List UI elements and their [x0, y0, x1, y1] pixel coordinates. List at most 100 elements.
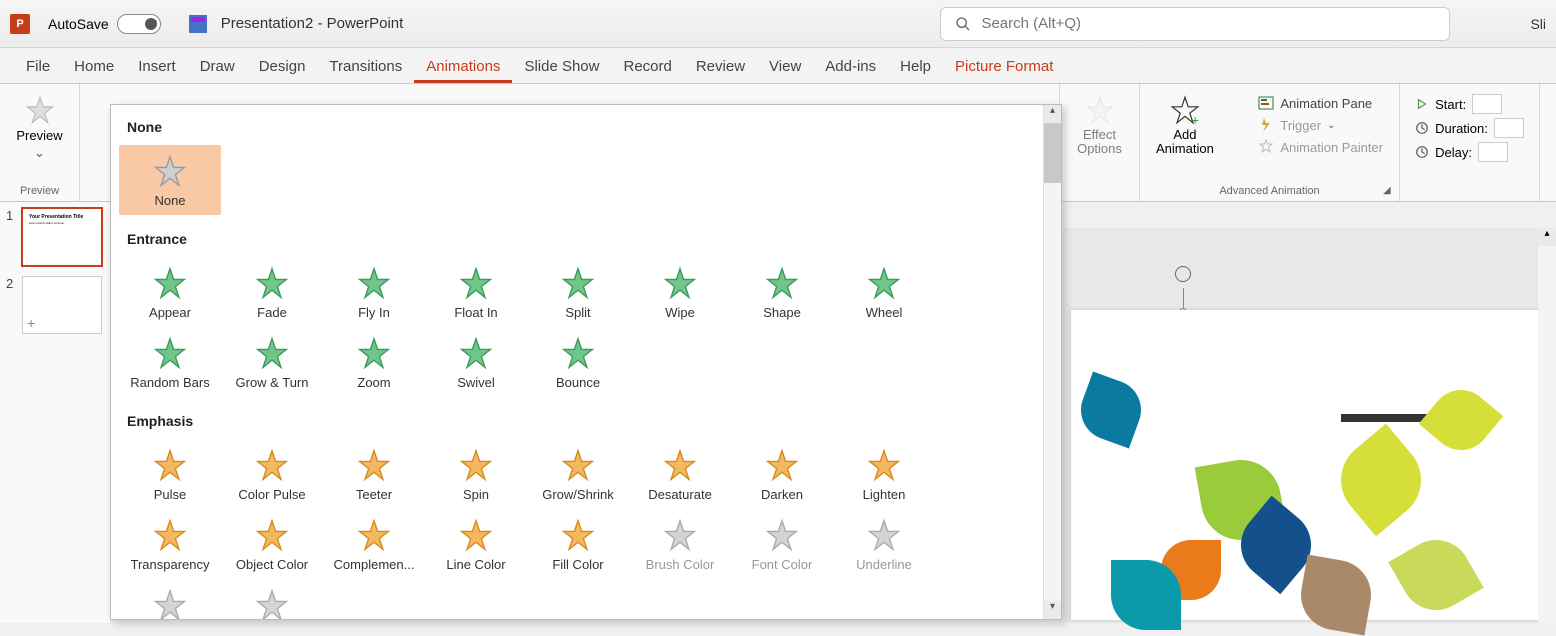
animation-spin[interactable]: Spin [425, 439, 527, 509]
tab-home[interactable]: Home [62, 52, 126, 83]
start-value[interactable] [1472, 94, 1502, 114]
scrollbar-thumb[interactable] [1044, 123, 1062, 183]
clock-icon [1415, 145, 1429, 159]
animation-appear[interactable]: Appear [119, 257, 221, 327]
animation-color-pulse[interactable]: Color Pulse [221, 439, 323, 509]
slide-thumbnail-1[interactable]: 1Your Presentation Titlelorem ipsum dolo… [6, 208, 104, 266]
scroll-down-arrow[interactable]: ▾ [1044, 601, 1061, 619]
star-icon [458, 265, 494, 301]
animation-lighten[interactable]: Lighten [833, 439, 935, 509]
animation-complemen-[interactable]: Complemen... [323, 509, 425, 579]
autosave-switch[interactable]: Off [117, 14, 161, 34]
autosave-toggle[interactable]: AutoSave Off [48, 14, 161, 34]
star-icon [24, 94, 56, 126]
search-icon [955, 16, 971, 32]
animation-fly-in[interactable]: Fly In [323, 257, 425, 327]
tab-add-ins[interactable]: Add-ins [813, 52, 888, 83]
trigger-button[interactable]: Trigger ⌄ [1254, 116, 1387, 134]
star-icon [1084, 94, 1116, 126]
ribbon-tabs: FileHomeInsertDrawDesignTransitionsAnima… [0, 48, 1556, 84]
star-icon [662, 517, 698, 553]
star-plus-icon: + [1169, 94, 1201, 126]
animation-object-color[interactable]: Object Color [221, 509, 323, 579]
tab-transitions[interactable]: Transitions [317, 52, 414, 83]
tab-picture-format[interactable]: Picture Format [943, 52, 1065, 83]
duration-value[interactable] [1494, 118, 1524, 138]
star-icon [254, 517, 290, 553]
slide-thumbnail-2[interactable]: 2 [6, 276, 104, 334]
scroll-up-arrow[interactable]: ▴ [1044, 105, 1061, 123]
svg-text:+: + [1191, 112, 1198, 126]
start-timing[interactable]: Start: [1415, 94, 1524, 114]
play-icon [1415, 97, 1429, 111]
window-control-partial: Sli [1530, 16, 1546, 32]
tab-slide-show[interactable]: Slide Show [512, 52, 611, 83]
star-icon [662, 447, 698, 483]
animation-darken[interactable]: Darken [731, 439, 833, 509]
canvas-scrollbar[interactable]: ▴ [1538, 228, 1556, 623]
animation-grow-turn[interactable]: Grow & Turn [221, 327, 323, 397]
animation-swivel[interactable]: Swivel [425, 327, 527, 397]
effect-options-button[interactable]: Effect Options [1069, 88, 1130, 157]
animation-float-in[interactable]: Float In [425, 257, 527, 327]
gallery-scrollbar[interactable]: ▴ ▾ [1043, 105, 1061, 619]
star-icon [152, 265, 188, 301]
animation-shape[interactable]: Shape [731, 257, 833, 327]
animation-line-color[interactable]: Line Color [425, 509, 527, 579]
star-icon [764, 517, 800, 553]
slide-preview[interactable]: Your Presentation Titlelorem ipsum dolor… [22, 208, 102, 266]
preview-group: Preview ⌄ Preview [0, 84, 80, 201]
animation-transparency[interactable]: Transparency [119, 509, 221, 579]
animation-wipe[interactable]: Wipe [629, 257, 731, 327]
delay-timing[interactable]: Delay: [1415, 142, 1524, 162]
chevron-down-icon: ⌄ [34, 145, 45, 161]
animation-teeter[interactable]: Teeter [323, 439, 425, 509]
slide-editor-area: ▴ [1063, 228, 1556, 623]
star-icon [866, 265, 902, 301]
add-animation-button[interactable]: + Add Animation [1148, 88, 1222, 157]
star-brush-icon [1258, 139, 1274, 155]
animation-painter-button[interactable]: Animation Painter [1254, 138, 1387, 156]
title-bar: P AutoSave Off Presentation2 - PowerPoin… [0, 0, 1556, 48]
animation-bounce[interactable]: Bounce [527, 327, 629, 397]
animation-fade[interactable]: Fade [221, 257, 323, 327]
delay-value[interactable] [1478, 142, 1508, 162]
rotate-handle-icon[interactable] [1175, 266, 1191, 282]
search-box[interactable] [940, 7, 1450, 41]
tab-record[interactable]: Record [611, 52, 683, 83]
chevron-down-icon: ⌄ [1327, 120, 1335, 131]
animation-split[interactable]: Split [527, 257, 629, 327]
tab-animations[interactable]: Animations [414, 52, 512, 83]
star-icon [662, 265, 698, 301]
slide-canvas[interactable] [1071, 310, 1541, 620]
animation-fill-color[interactable]: Fill Color [527, 509, 629, 579]
scroll-up-arrow[interactable]: ▴ [1538, 228, 1556, 246]
duration-timing[interactable]: Duration: [1415, 118, 1524, 138]
star-icon [560, 265, 596, 301]
star-icon [152, 587, 188, 620]
animation-wheel[interactable]: Wheel [833, 257, 935, 327]
animation-none[interactable]: None [119, 145, 221, 215]
star-icon [458, 447, 494, 483]
animation-pane-button[interactable]: Animation Pane [1254, 94, 1387, 112]
animation-random-bars[interactable]: Random Bars [119, 327, 221, 397]
tab-file[interactable]: File [14, 52, 62, 83]
preview-button[interactable]: Preview ⌄ [16, 88, 62, 161]
animation-grow-shrink[interactable]: Grow/Shrink [527, 439, 629, 509]
tab-design[interactable]: Design [247, 52, 318, 83]
save-icon[interactable] [189, 15, 207, 33]
tab-draw[interactable]: Draw [188, 52, 247, 83]
dialog-launcher-icon[interactable]: ◢ [1383, 185, 1397, 199]
animation-zoom[interactable]: Zoom [323, 327, 425, 397]
star-icon [560, 517, 596, 553]
tab-help[interactable]: Help [888, 52, 943, 83]
animation-desaturate[interactable]: Desaturate [629, 439, 731, 509]
tab-review[interactable]: Review [684, 52, 757, 83]
search-input[interactable] [981, 15, 1435, 32]
star-icon [764, 447, 800, 483]
slide-preview[interactable] [22, 276, 102, 334]
tab-view[interactable]: View [757, 52, 813, 83]
tab-insert[interactable]: Insert [126, 52, 188, 83]
star-icon [152, 447, 188, 483]
animation-pulse[interactable]: Pulse [119, 439, 221, 509]
